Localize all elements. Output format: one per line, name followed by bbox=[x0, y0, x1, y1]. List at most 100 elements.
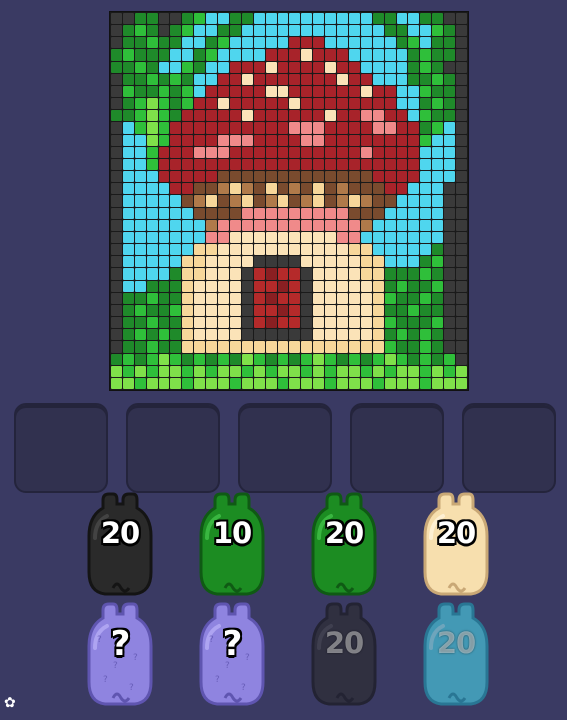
pixel-cell[interactable] bbox=[432, 377, 444, 389]
pixel-cell[interactable] bbox=[194, 25, 206, 37]
pixel-cell[interactable] bbox=[360, 304, 372, 317]
pixel-cell[interactable] bbox=[122, 195, 134, 207]
pixel-cell[interactable] bbox=[265, 256, 277, 268]
empty-slot-5[interactable] bbox=[462, 403, 556, 493]
pixel-cell[interactable] bbox=[170, 13, 182, 25]
pixel-cell[interactable] bbox=[122, 268, 134, 280]
pixel-cell[interactable] bbox=[301, 256, 313, 268]
settings-icon[interactable]: ✿ bbox=[4, 695, 16, 711]
pixel-cell[interactable] bbox=[348, 304, 360, 317]
pixel-cell[interactable] bbox=[396, 292, 408, 304]
pixel-cell[interactable] bbox=[170, 146, 182, 158]
pixel-cell[interactable] bbox=[325, 61, 337, 73]
pixel-cell[interactable] bbox=[301, 134, 313, 146]
pixel-cell[interactable] bbox=[218, 98, 229, 110]
pixel-cell[interactable] bbox=[277, 244, 289, 256]
pixel-cell[interactable] bbox=[265, 134, 277, 146]
pixel-cell[interactable] bbox=[372, 37, 384, 49]
pixel-cell[interactable] bbox=[241, 61, 253, 73]
pixel-cell[interactable] bbox=[229, 353, 241, 365]
pixel-cell[interactable] bbox=[241, 231, 253, 244]
pixel-cell[interactable] bbox=[111, 365, 122, 377]
pixel-cell[interactable] bbox=[408, 61, 420, 73]
pixel-cell[interactable] bbox=[360, 13, 372, 25]
pixel-cell[interactable] bbox=[432, 49, 444, 61]
pixel-cell[interactable] bbox=[218, 110, 229, 122]
pixel-cell[interactable] bbox=[146, 171, 158, 183]
pixel-cell[interactable] bbox=[194, 377, 206, 389]
pixel-cell[interactable] bbox=[122, 341, 134, 353]
pixel-cell[interactable] bbox=[325, 49, 337, 61]
pixel-cell[interactable] bbox=[122, 329, 134, 341]
pixel-cell[interactable] bbox=[337, 256, 348, 268]
pixel-cell[interactable] bbox=[384, 304, 396, 317]
pixel-cell[interactable] bbox=[182, 292, 194, 304]
pixel-cell[interactable] bbox=[301, 292, 313, 304]
pixel-cell[interactable] bbox=[194, 292, 206, 304]
pixel-cell[interactable] bbox=[182, 341, 194, 353]
pixel-cell[interactable] bbox=[170, 122, 182, 134]
pixel-cell[interactable] bbox=[408, 292, 420, 304]
pixel-cell[interactable] bbox=[337, 365, 348, 377]
pixel-cell[interactable] bbox=[218, 37, 229, 49]
pixel-cell[interactable] bbox=[384, 122, 396, 134]
pixel-cell[interactable] bbox=[146, 25, 158, 37]
pixel-cell[interactable] bbox=[337, 231, 348, 244]
pixel-cell[interactable] bbox=[122, 304, 134, 317]
pixel-cell[interactable] bbox=[241, 341, 253, 353]
pixel-cell[interactable] bbox=[372, 244, 384, 256]
pixel-cell[interactable] bbox=[408, 171, 420, 183]
pixel-cell[interactable] bbox=[265, 25, 277, 37]
pixel-cell[interactable] bbox=[444, 341, 456, 353]
pixel-cell[interactable] bbox=[111, 122, 122, 134]
pixel-cell[interactable] bbox=[182, 329, 194, 341]
pixel-cell[interactable] bbox=[301, 49, 313, 61]
pixel-cell[interactable] bbox=[325, 329, 337, 341]
pixel-cell[interactable] bbox=[218, 85, 229, 98]
pixel-cell[interactable] bbox=[122, 25, 134, 37]
pixel-cell[interactable] bbox=[206, 25, 218, 37]
pixel-cell[interactable] bbox=[360, 49, 372, 61]
pixel-cell[interactable] bbox=[313, 98, 325, 110]
pixel-cell[interactable] bbox=[360, 25, 372, 37]
pixel-cell[interactable] bbox=[337, 304, 348, 317]
pixel-cell[interactable] bbox=[348, 13, 360, 25]
pixel-cell[interactable] bbox=[408, 73, 420, 85]
pixel-cell[interactable] bbox=[432, 85, 444, 98]
pixel-cell[interactable] bbox=[111, 244, 122, 256]
pixel-cell[interactable] bbox=[396, 207, 408, 219]
pixel-cell[interactable] bbox=[313, 85, 325, 98]
pixel-cell[interactable] bbox=[384, 268, 396, 280]
pixel-cell[interactable] bbox=[218, 195, 229, 207]
pixel-cell[interactable] bbox=[372, 98, 384, 110]
pixel-cell[interactable] bbox=[301, 244, 313, 256]
pixel-cell[interactable] bbox=[229, 231, 241, 244]
pixel-cell[interactable] bbox=[111, 25, 122, 37]
pixel-cell[interactable] bbox=[337, 171, 348, 183]
pixel-cell[interactable] bbox=[408, 353, 420, 365]
pixel-cell[interactable] bbox=[194, 110, 206, 122]
pixel-cell[interactable] bbox=[456, 280, 467, 292]
pixel-cell[interactable] bbox=[182, 146, 194, 158]
pixel-cell[interactable] bbox=[241, 13, 253, 25]
pixel-cell[interactable] bbox=[313, 158, 325, 171]
pixel-cell[interactable] bbox=[170, 49, 182, 61]
pixel-cell[interactable] bbox=[158, 134, 170, 146]
pixel-cell[interactable] bbox=[146, 377, 158, 389]
pixel-cell[interactable] bbox=[301, 61, 313, 73]
pixel-cell[interactable] bbox=[325, 98, 337, 110]
pixel-cell[interactable] bbox=[456, 268, 467, 280]
pixel-cell[interactable] bbox=[265, 73, 277, 85]
pixel-cell[interactable] bbox=[111, 61, 122, 73]
pixel-cell[interactable] bbox=[372, 317, 384, 329]
pixel-cell[interactable] bbox=[158, 37, 170, 49]
pixel-cell[interactable] bbox=[337, 292, 348, 304]
pixel-cell[interactable] bbox=[253, 61, 265, 73]
pixel-cell[interactable] bbox=[348, 171, 360, 183]
pixel-cell[interactable] bbox=[289, 158, 301, 171]
pixel-cell[interactable] bbox=[218, 134, 229, 146]
pixel-cell[interactable] bbox=[182, 98, 194, 110]
pixel-cell[interactable] bbox=[432, 146, 444, 158]
pixel-cell[interactable] bbox=[408, 207, 420, 219]
pixel-cell[interactable] bbox=[277, 341, 289, 353]
